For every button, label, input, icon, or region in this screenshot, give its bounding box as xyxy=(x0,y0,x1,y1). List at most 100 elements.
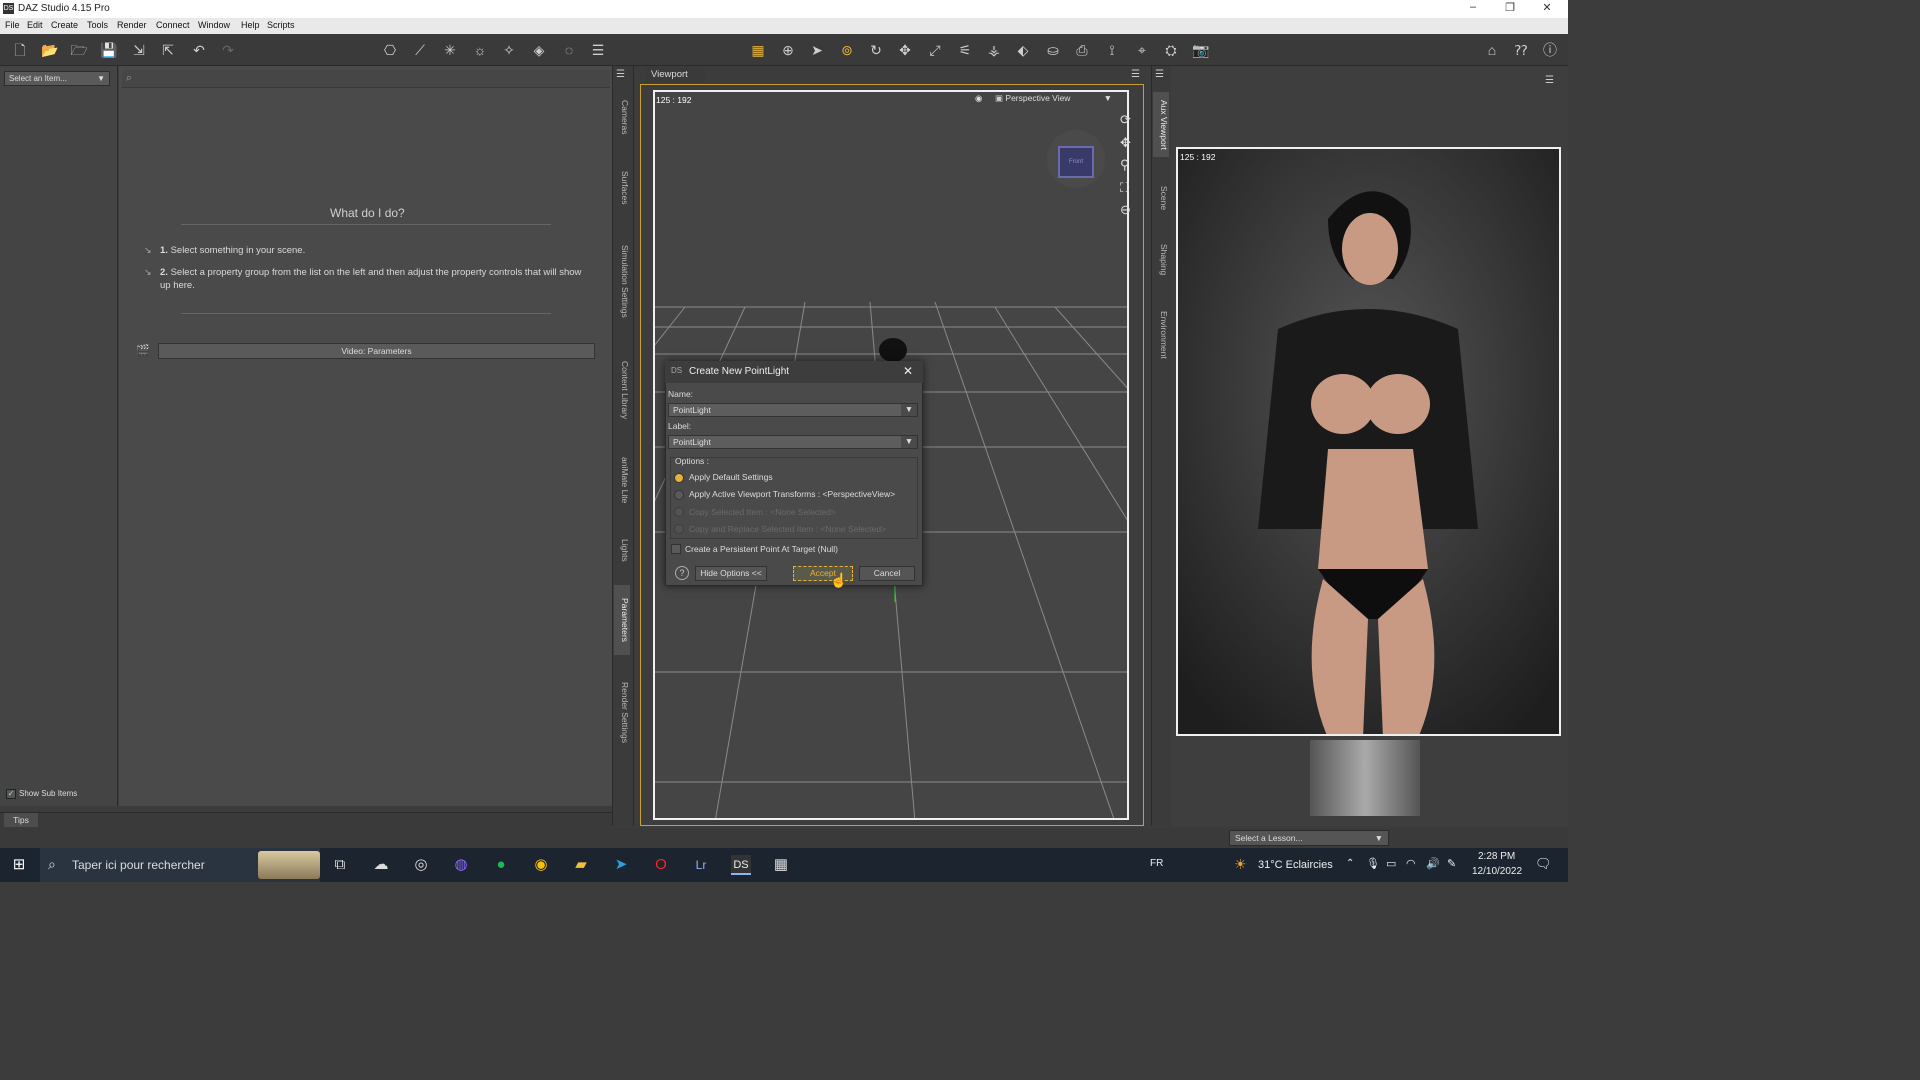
label-field[interactable]: PointLight ▼ xyxy=(668,435,918,449)
create-distant-light-icon[interactable]: ☼ xyxy=(470,40,490,60)
aux-menu-icon[interactable]: ☰ xyxy=(1155,69,1164,80)
chevron-down-icon[interactable]: ▼ xyxy=(901,404,917,416)
rotate-tool-icon[interactable]: ↻ xyxy=(866,40,886,60)
universal-tool-icon[interactable]: ⊕ xyxy=(778,40,798,60)
help-icon[interactable]: ⓘ xyxy=(1540,40,1560,60)
translate-tool-icon[interactable]: ✥ xyxy=(895,40,915,60)
apply-viewport-transforms-radio[interactable] xyxy=(674,490,684,500)
tab-simulation-settings[interactable]: Simulation Settings xyxy=(614,234,630,329)
clock-date[interactable]: 12/10/2022 xyxy=(1472,866,1522,877)
video-parameters-button[interactable]: Video: Parameters xyxy=(158,343,595,359)
notifications-icon[interactable]: 🗨 xyxy=(1535,856,1552,872)
aux-options-icon[interactable]: ☰ xyxy=(1545,75,1554,86)
tray-chevron-icon[interactable]: ⌃ xyxy=(1346,858,1354,869)
tab-scene[interactable]: Scene xyxy=(1153,178,1169,218)
apply-default-radio[interactable] xyxy=(674,473,684,483)
volume-icon[interactable]: 🔊 xyxy=(1426,857,1440,870)
menu-help[interactable]: Help xyxy=(241,20,260,30)
menu-scripts[interactable]: Scripts xyxy=(267,20,295,30)
microphone-icon[interactable]: 🎙 xyxy=(1366,857,1380,870)
panel-menu-icon[interactable]: ☰ xyxy=(616,69,625,80)
menu-render[interactable]: Render xyxy=(117,20,147,30)
spot-render-icon[interactable]: ⌖ xyxy=(1132,40,1152,60)
surface-selection-icon[interactable]: ⬖ xyxy=(1013,40,1033,60)
import-icon[interactable]: ⇲ xyxy=(129,40,149,60)
file-explorer-icon[interactable]: ▰ xyxy=(571,855,591,875)
create-node-icon[interactable]: ◌ xyxy=(559,40,579,60)
new-file-icon[interactable]: 🗋 xyxy=(10,40,30,60)
tips-tab[interactable]: Tips xyxy=(4,813,38,827)
minimize-button[interactable]: – xyxy=(1458,1,1488,13)
create-camera-icon[interactable]: ⎔ xyxy=(380,40,400,60)
render-icon[interactable]: 📷 xyxy=(1191,40,1211,60)
menu-tools[interactable]: Tools xyxy=(87,20,108,30)
perspective-view-dropdown[interactable]: ◉ ▣ Perspective View ▼ xyxy=(975,93,1112,107)
menu-window[interactable]: Window xyxy=(198,20,230,30)
weather-text[interactable]: 31°C Eclaircies xyxy=(1258,859,1333,871)
select-tool-icon[interactable]: ➤ xyxy=(807,40,827,60)
select-lesson-dropdown[interactable]: Select a Lesson... ▼ xyxy=(1229,830,1389,846)
create-pointlight-icon[interactable]: ✳ xyxy=(440,40,460,60)
opera-icon[interactable]: O xyxy=(651,855,671,875)
tab-environment[interactable]: Environment xyxy=(1153,300,1169,370)
node-select-tool-icon[interactable]: ⊚ xyxy=(837,40,857,60)
merge-folder-icon[interactable]: 🗁 xyxy=(69,40,89,60)
viewport-menu-icon[interactable]: ☰ xyxy=(1131,69,1140,80)
create-primitive-icon[interactable]: ◈ xyxy=(529,40,549,60)
tab-lights[interactable]: Lights xyxy=(614,530,630,570)
undo-icon[interactable]: ↶ xyxy=(189,40,209,60)
pen-icon[interactable]: ✎ xyxy=(1447,857,1456,870)
tab-viewport[interactable]: Viewport xyxy=(645,67,705,83)
app-icon-steam[interactable]: ◎ xyxy=(411,855,431,875)
pan-icon[interactable]: ✥ xyxy=(1120,135,1131,151)
view-cube[interactable]: Front xyxy=(1058,146,1094,178)
create-spotlight-icon[interactable]: ⟋ xyxy=(410,40,430,60)
show-sub-items-checkbox[interactable]: ✓ Show Sub Items xyxy=(6,789,77,799)
copy-selected-radio[interactable] xyxy=(674,507,684,517)
zoom-icon[interactable]: ⚲ xyxy=(1120,157,1130,173)
tab-surfaces[interactable]: Surfaces xyxy=(614,163,630,213)
menu-create[interactable]: Create xyxy=(51,20,78,30)
geometry-editor-icon[interactable]: ⚶ xyxy=(984,40,1004,60)
save-icon[interactable]: 💾 xyxy=(99,40,119,60)
task-view-icon[interactable]: ⧉ xyxy=(330,855,350,875)
tab-aux-viewport[interactable]: Aux Viewport xyxy=(1153,92,1169,157)
reset-view-icon[interactable]: ⊖ xyxy=(1120,202,1131,218)
close-button[interactable]: ✕ xyxy=(1532,1,1562,14)
telegram-icon[interactable]: ➤ xyxy=(611,855,631,875)
parameters-search[interactable]: ⌕ xyxy=(122,70,610,88)
tab-parameters[interactable]: Parameters xyxy=(614,585,630,655)
calculator-icon[interactable]: ▦ xyxy=(771,855,791,875)
maximize-button[interactable]: ❐ xyxy=(1495,1,1525,14)
persistent-point-checkbox[interactable] xyxy=(671,544,681,554)
copy-replace-radio[interactable] xyxy=(674,524,684,534)
app-icon-weather[interactable]: ☁ xyxy=(371,855,391,875)
select-item-dropdown[interactable]: Select an Item... ▼ xyxy=(4,71,110,86)
joint-editor-icon[interactable]: ⚟ xyxy=(955,40,975,60)
menu-file[interactable]: File xyxy=(5,20,20,30)
power-pose-icon[interactable]: ⟟ xyxy=(1102,40,1122,60)
whats-this-icon[interactable]: ⁇ xyxy=(1511,40,1531,60)
menu-edit[interactable]: Edit xyxy=(27,20,43,30)
battery-icon[interactable]: ▭ xyxy=(1386,857,1396,870)
tab-cameras[interactable]: Cameras xyxy=(614,92,630,142)
tab-content-library[interactable]: Content Library xyxy=(614,350,630,430)
tab-shaping[interactable]: Shaping xyxy=(1153,235,1169,285)
clock-time[interactable]: 2:28 PM xyxy=(1478,851,1515,862)
open-folder-icon[interactable]: 📂 xyxy=(40,40,60,60)
tab-animate-lite[interactable]: aniMate Lite xyxy=(614,450,630,510)
camera-icon[interactable]: ◉ xyxy=(975,93,982,104)
windows-start-icon[interactable]: ⊞ xyxy=(9,855,29,875)
create-linear-light-icon[interactable]: ✧ xyxy=(499,40,519,60)
search-icon[interactable]: ⌕ xyxy=(126,72,132,85)
redo-icon[interactable]: ↷ xyxy=(218,40,238,60)
frame-icon[interactable]: ⛶ xyxy=(1120,180,1129,196)
render-settings-icon[interactable]: ⛭ xyxy=(1161,40,1181,60)
tab-render-settings[interactable]: Render Settings xyxy=(614,670,630,755)
camera-tool-icon[interactable]: ⎙ xyxy=(1072,40,1092,60)
grid-tool-icon[interactable]: ▦ xyxy=(748,40,768,60)
hide-options-button[interactable]: Hide Options << xyxy=(695,566,767,581)
language-indicator[interactable]: FR xyxy=(1150,858,1163,869)
daz-studio-taskbar-icon[interactable]: DS xyxy=(731,855,751,875)
home-icon[interactable]: ⌂ xyxy=(1482,40,1502,60)
